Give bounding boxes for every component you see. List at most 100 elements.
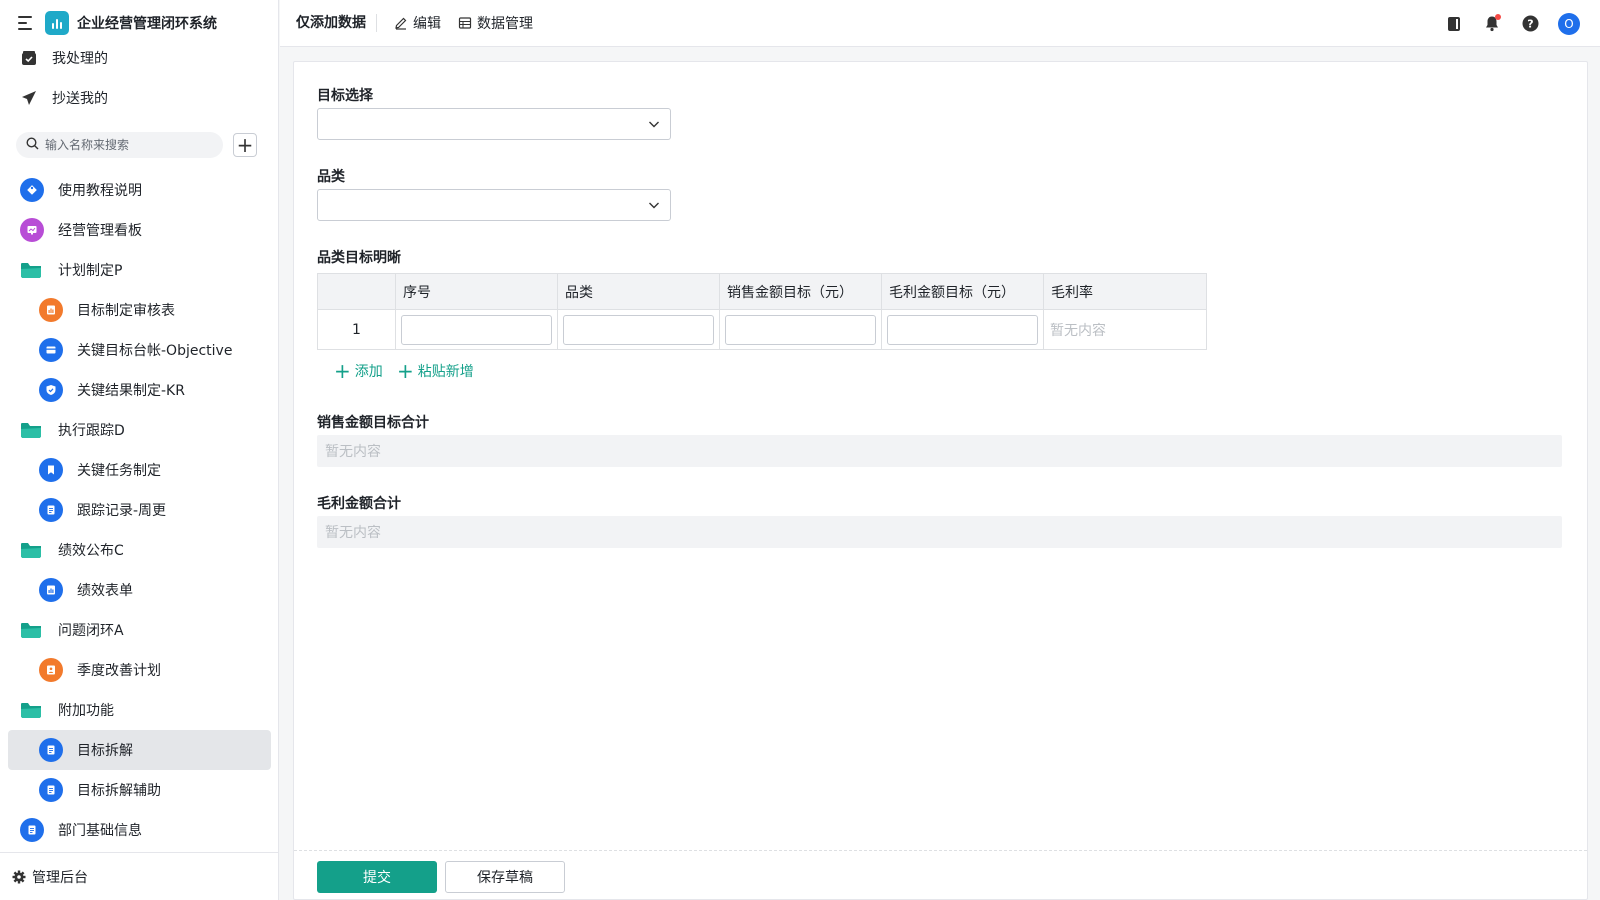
sidebar-item-3[interactable]: 目标制定审核表 [8, 290, 271, 330]
sidebar-item-0[interactable]: 使用教程说明 [8, 170, 271, 210]
sidebar: 企业经营管理闭环系统 我处理的 抄送我的 + 使用教程说明经营管理看板计划制定P… [0, 0, 279, 900]
help-icon[interactable]: ? [1520, 14, 1540, 34]
profit-total-field: 暂无内容 [317, 516, 1562, 548]
sidebar-item-my-tasks[interactable]: 我处理的 [0, 38, 279, 78]
page-title: 仅添加数据 [296, 14, 377, 32]
sidebar-nav: 使用教程说明经营管理看板 计划制定P 目标制定审核表关键目标台帐-Objective… [0, 170, 279, 850]
sidebar-item-5[interactable]: 关键结果制定-KR [8, 370, 271, 410]
menu-icon[interactable] [18, 16, 34, 30]
save-draft-button[interactable]: 保存草稿 [445, 861, 565, 893]
table-cell [881, 309, 1044, 350]
sales-target-input[interactable] [725, 314, 876, 345]
person-sheet-icon [39, 658, 63, 682]
table-header-cell: 序号 [395, 273, 558, 310]
sidebar-search [16, 132, 223, 158]
search-icon [26, 136, 39, 154]
dashboard-icon [20, 218, 44, 242]
plus-icon: + [397, 359, 414, 383]
sidebar-item-16[interactable]: 部门基础信息 [8, 810, 271, 850]
folder-icon [21, 543, 41, 558]
profit-target-input[interactable] [887, 314, 1038, 345]
table-header-cell: 毛利金额目标（元） [881, 273, 1044, 310]
sidebar-item-11[interactable]: 问题闭环A [8, 610, 271, 650]
inbox-check-icon [20, 49, 38, 67]
form-card: 目标选择 品类 品类目标明晰 序号 品类 销售金额目标（元） 毛利金额目标（元）… [293, 61, 1588, 900]
category-input[interactable] [563, 314, 714, 345]
target-select[interactable] [317, 108, 671, 140]
document-icon [39, 738, 63, 762]
shield-check-icon [39, 378, 63, 402]
edit-label: 编辑 [413, 16, 441, 32]
sidebar-item-label: 我处理的 [52, 51, 108, 67]
sidebar-item-15[interactable]: 目标拆解辅助 [8, 770, 271, 810]
sidebar-item-label: 执行跟踪D [58, 423, 125, 439]
table-header-row: 序号 品类 销售金额目标（元） 毛利金额目标（元） 毛利率 [317, 273, 1207, 310]
sidebar-item-6[interactable]: 执行跟踪D [8, 410, 271, 450]
folder-icon [21, 263, 41, 278]
add-app-button[interactable]: + [233, 133, 257, 157]
add-row-label: 添加 [354, 364, 383, 380]
target-select-label: 目标选择 [317, 88, 373, 104]
sidebar-item-label: 计划制定P [58, 263, 123, 279]
sidebar-item-13[interactable]: 附加功能 [8, 690, 271, 730]
submit-button[interactable]: 提交 [317, 861, 437, 893]
index-input[interactable] [401, 314, 552, 345]
topbar-actions: ? O [1426, 0, 1600, 47]
data-manage-button[interactable]: 数据管理 [458, 13, 533, 33]
sidebar-item-9[interactable]: 绩效公布C [8, 530, 271, 570]
document-icon [39, 498, 63, 522]
svg-text:?: ? [1527, 18, 1533, 31]
sidebar-item-label: 目标拆解辅助 [77, 783, 161, 799]
admin-label: 管理后台 [32, 869, 88, 886]
sidebar-item-4[interactable]: 关键目标台帐-Objective [8, 330, 271, 370]
notification-dot [1495, 13, 1501, 20]
notebook-icon[interactable] [1444, 14, 1464, 34]
sidebar-item-2[interactable]: 计划制定P [8, 250, 271, 290]
sidebar-item-12[interactable]: 季度改善计划 [8, 650, 271, 690]
sidebar-item-1[interactable]: 经营管理看板 [8, 210, 271, 250]
table-row: 1 暂无内容 [317, 309, 1207, 350]
sidebar-item-label: 附加功能 [58, 703, 114, 719]
app-title: 企业经营管理闭环系统 [77, 16, 217, 32]
sidebar-item-10[interactable]: 绩效表单 [8, 570, 271, 610]
chevron-down-icon [648, 118, 660, 134]
folder-icon [21, 703, 41, 718]
avatar[interactable]: O [1558, 12, 1580, 35]
paste-add-button[interactable]: + 粘贴新增 [397, 361, 474, 381]
document-icon [39, 778, 63, 802]
sidebar-item-label: 目标拆解 [77, 743, 133, 759]
data-manage-label: 数据管理 [477, 16, 533, 32]
add-row-button[interactable]: + 添加 [334, 361, 383, 381]
sidebar-item-label: 经营管理看板 [58, 223, 142, 239]
paste-add-label: 粘贴新增 [417, 364, 474, 380]
detail-label: 品类目标明晰 [317, 250, 401, 266]
sidebar-item-14[interactable]: 目标拆解 [8, 730, 271, 770]
sidebar-item-8[interactable]: 跟踪记录-周更 [8, 490, 271, 530]
sidebar-item-label: 关键任务制定 [77, 463, 161, 479]
sales-total-field: 暂无内容 [317, 435, 1562, 467]
sidebar-item-label: 关键目标台帐-Objective [77, 343, 233, 359]
sidebar-footer-admin[interactable]: 管理后台 [0, 852, 279, 900]
bell-icon[interactable] [1482, 13, 1502, 34]
margin-cell: 暂无内容 [1043, 309, 1207, 350]
sidebar-item-label: 跟踪记录-周更 [77, 503, 167, 519]
table-cell [557, 309, 720, 350]
topbar: 仅添加数据 编辑 数据管理 ? O [280, 0, 1600, 47]
sidebar-item-label: 抄送我的 [52, 91, 108, 107]
edit-button[interactable]: 编辑 [394, 13, 441, 33]
card-icon [39, 338, 63, 362]
profit-total-label: 毛利金额合计 [317, 496, 401, 512]
table-header-cell [317, 273, 396, 310]
sidebar-item-label: 绩效公布C [58, 543, 124, 559]
sidebar-item-cc-me[interactable]: 抄送我的 [0, 78, 279, 118]
table-icon [458, 17, 472, 29]
sidebar-item-label: 绩效表单 [77, 583, 133, 599]
folder-icon [21, 423, 41, 438]
search-input[interactable] [45, 138, 215, 152]
table-cell [395, 309, 558, 350]
pencil-icon [395, 17, 407, 30]
sidebar-item-7[interactable]: 关键任务制定 [8, 450, 271, 490]
chart-sheet-icon [39, 298, 63, 322]
category-select[interactable] [317, 189, 671, 221]
sales-total-label: 销售金额目标合计 [317, 415, 429, 431]
